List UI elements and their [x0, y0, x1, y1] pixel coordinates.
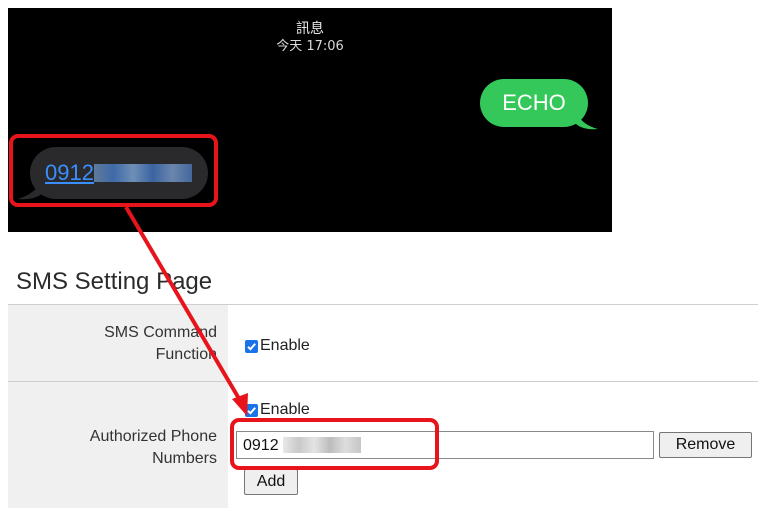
- annotation-arrow-icon: [124, 205, 248, 416]
